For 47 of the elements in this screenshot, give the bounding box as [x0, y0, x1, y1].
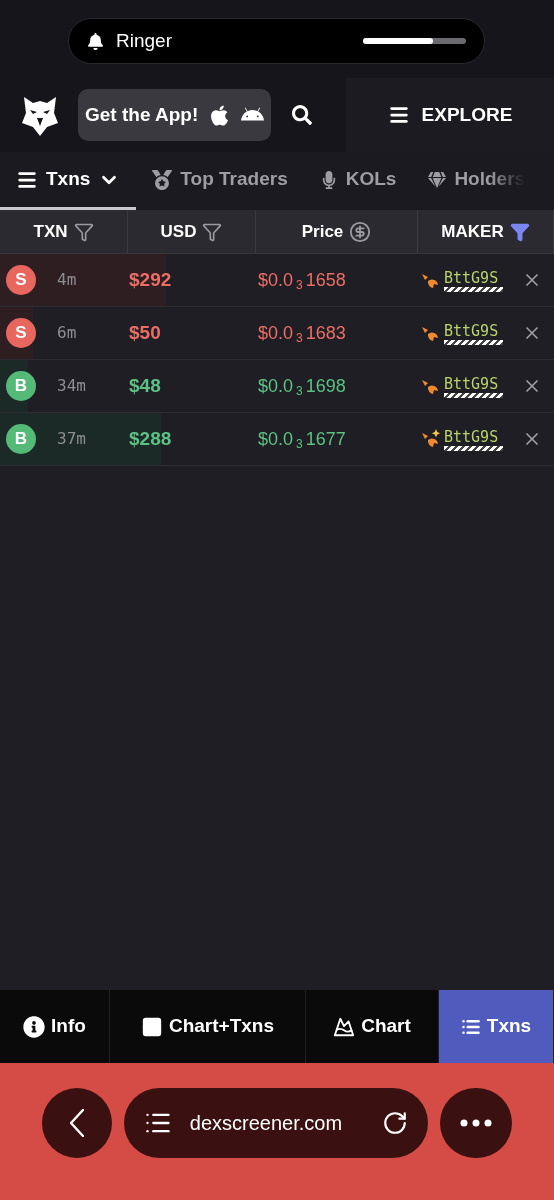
gem-icon [428, 170, 447, 189]
price-cell-text: $0.0 $_{3}$ 1698 [258, 374, 347, 400]
usd-cell-text: $50 [129, 320, 162, 345]
tab[interactable]: Top Traders [136, 152, 304, 210]
medal-icon [152, 169, 173, 190]
time-cell-text: 4m [57, 269, 78, 291]
explore-button[interactable]: EXPLORE [346, 78, 554, 152]
url-text: dexscreener.com [189, 1111, 343, 1136]
price-cell-text: $0.0 $_{3}$ 1658 [258, 268, 347, 294]
maker-address[interactable]: BttG9S [444, 268, 503, 287]
reload-icon[interactable] [382, 1110, 409, 1136]
time-cell-text: 34m [57, 375, 87, 397]
chart-icon [333, 1015, 356, 1038]
filter-icon[interactable] [509, 221, 530, 242]
tab[interactable]: KOLs [303, 152, 413, 210]
get-app-button[interactable]: Get the App! [78, 89, 272, 141]
menu-icon [387, 104, 410, 126]
column-header[interactable]: USD [128, 210, 256, 253]
usd-cell-text: $292 [129, 267, 173, 292]
striped-bar [444, 339, 503, 345]
info-icon [23, 1015, 46, 1038]
search-icon[interactable] [292, 105, 313, 125]
column-header[interactable]: Price [256, 210, 418, 253]
usd-cell-text: $48 [129, 373, 162, 398]
dollar-icon[interactable] [349, 220, 372, 243]
bell-icon [87, 32, 104, 50]
maker-address[interactable]: BttG9S [444, 374, 503, 393]
ringer-label: Ringer [116, 28, 172, 53]
back-icon [69, 1109, 84, 1137]
price-cell-text: $0.0 $_{3}$ 1677 [258, 427, 347, 453]
price-cell-text: $0.0 $_{3}$ 1683 [258, 321, 347, 347]
time-cell-text: 6m [57, 322, 78, 344]
address-bar[interactable]: dexscreener.com [123, 1088, 429, 1158]
filter-icon[interactable] [73, 221, 94, 242]
striped-bar [444, 286, 503, 292]
column-header[interactable]: TXN [0, 210, 128, 253]
column-header[interactable]: MAKER [418, 210, 554, 253]
maker-address[interactable]: BttG9S [444, 321, 503, 340]
side-badge: B [6, 371, 36, 401]
striped-bar [444, 445, 503, 451]
nav-tab[interactable]: Txns [439, 990, 554, 1063]
time-cell-text: 37m [57, 428, 87, 450]
striped-bar [444, 392, 503, 398]
usd-cell-text: $288 [129, 426, 173, 451]
more-icon [460, 1119, 493, 1127]
filter-icon[interactable] [202, 221, 223, 242]
maker-address[interactable]: BttG9S [444, 427, 503, 446]
